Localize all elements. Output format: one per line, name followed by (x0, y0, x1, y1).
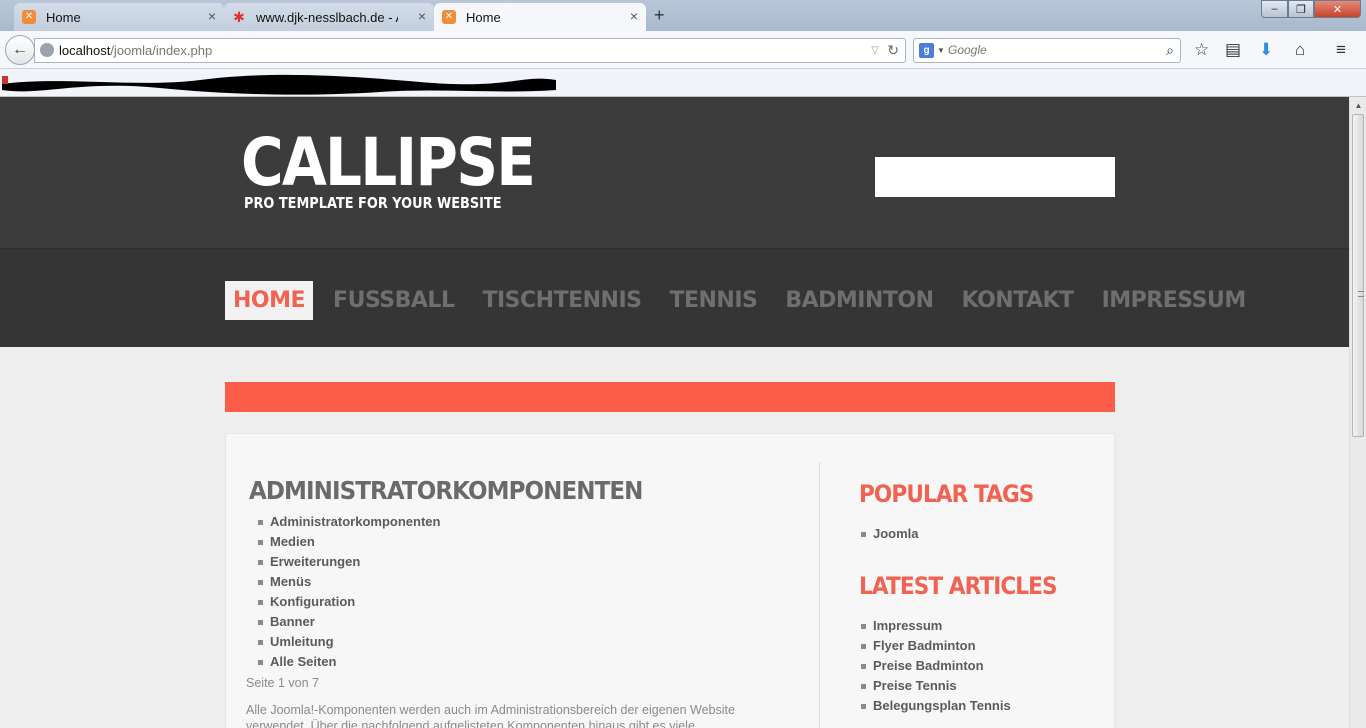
main-menu-bar: HOME FUSSBALL TISCHTENNIS TENNIS BADMINT… (0, 249, 1349, 347)
list-item[interactable]: Menüs (258, 572, 806, 592)
page-count: Seite 1 von 7 (246, 676, 319, 690)
accent-banner (225, 382, 1115, 412)
history-dropdown-icon[interactable]: ▽ (871, 39, 879, 62)
grip-icon (1358, 291, 1364, 297)
list-item[interactable]: Flyer Badminton (859, 636, 1099, 656)
back-button[interactable]: ← (5, 35, 35, 65)
site-tagline: PRO TEMPLATE FOR YOUR WEBSITE (244, 194, 502, 212)
close-window-button[interactable]: ✕ (1314, 0, 1361, 18)
reload-icon[interactable]: ↻ (887, 39, 899, 62)
menu-item-kontakt[interactable]: KONTAKT (954, 281, 1082, 320)
list-item[interactable]: Belegungsplan Tennis (859, 696, 1099, 716)
google-icon: g (919, 43, 934, 58)
scrollbar-thumb[interactable] (1352, 114, 1364, 437)
latest-articles-list: Impressum Flyer Badminton Preise Badmint… (859, 616, 1099, 716)
main-menu: HOME FUSSBALL TISCHTENNIS TENNIS BADMINT… (225, 281, 1266, 320)
site-header: CALLIPSE PRO TEMPLATE FOR YOUR WEBSITE (0, 97, 1349, 249)
menu-item-fussball[interactable]: FUSSBALL (325, 281, 462, 320)
scroll-up-icon[interactable]: ▲ (1350, 97, 1366, 114)
menu-item-home[interactable]: HOME (225, 281, 314, 320)
list-item[interactable]: Alle Seiten (258, 652, 806, 672)
search-bar[interactable]: g ▼ Google ⌕ (913, 38, 1181, 63)
list-item[interactable]: Administratorkomponenten (258, 512, 806, 532)
list-item[interactable]: Banner (258, 612, 806, 632)
close-tab-icon[interactable]: × (418, 8, 426, 24)
url-bar[interactable]: localhost/joomla/index.php ▽ ↻ (34, 38, 906, 63)
popular-tags-title: POPULAR TAGS (859, 480, 1034, 508)
list-item[interactable]: Medien (258, 532, 806, 552)
column-divider (819, 462, 820, 728)
page-viewport: CALLIPSE PRO TEMPLATE FOR YOUR WEBSITE H… (0, 97, 1349, 728)
list-item[interactable]: Umleitung (258, 632, 806, 652)
url-host: localhost (59, 43, 111, 58)
new-tab-button[interactable]: + (654, 5, 665, 26)
browser-tab-2[interactable]: ✱ www.djk-nesslbach.de - A... × (224, 3, 434, 31)
header-search-input[interactable] (875, 157, 1115, 197)
list-item[interactable]: Impressum (859, 616, 1099, 636)
browser-nav-bar: localhost/joomla/index.php ▽ ↻ ← g ▼ Goo… (0, 31, 1366, 69)
minimize-button[interactable]: ‒ (1261, 0, 1288, 18)
tab-title: Home (466, 9, 501, 25)
menu-icon[interactable]: ≡ (1336, 40, 1346, 60)
popular-tags-list: Joomla (859, 524, 1099, 544)
menu-item-impressum[interactable]: IMPRESSUM (1094, 281, 1254, 320)
menu-item-tennis[interactable]: TENNIS (661, 281, 765, 320)
browser-tab-3[interactable]: ✕ Home × (434, 3, 646, 31)
menu-item-tischtennis[interactable]: TISCHTENNIS (474, 281, 649, 320)
engine-dropdown-icon[interactable]: ▼ (937, 39, 945, 62)
xampp-icon: ✕ (22, 10, 36, 24)
article: ADMINISTRATORKOMPONENTEN Administratorko… (246, 474, 806, 728)
tag-item[interactable]: Joomla (859, 524, 1099, 544)
bookmark-star-icon[interactable]: ☆ (1194, 40, 1209, 60)
xampp-icon: ✕ (442, 10, 456, 24)
close-tab-icon[interactable]: × (630, 8, 638, 24)
browser-tab-bar: ✕ Home × ✱ www.djk-nesslbach.de - A... ×… (0, 0, 1366, 31)
page-scrollbar[interactable]: ▲ (1349, 97, 1366, 728)
browser-tab-1[interactable]: ✕ Home × (14, 3, 224, 31)
back-arrow-icon: ← (12, 41, 28, 58)
joomla-icon: ✱ (233, 9, 245, 25)
close-tab-icon[interactable]: × (208, 8, 216, 24)
menu-item-badminton[interactable]: BADMINTON (777, 281, 941, 320)
list-item[interactable]: Erweiterungen (258, 552, 806, 572)
maximize-button[interactable]: ❐ (1288, 0, 1314, 18)
tab-title: Home (46, 9, 81, 25)
content-box: ADMINISTRATORKOMPONENTEN Administratorko… (225, 433, 1115, 728)
search-placeholder: Google (948, 43, 987, 57)
tab-title: www.djk-nesslbach.de - A... (256, 9, 398, 25)
latest-articles-title: LATEST ARTICLES (859, 572, 1058, 600)
globe-icon (40, 43, 54, 57)
bookmarks-list-icon[interactable]: ▤ (1225, 40, 1241, 60)
article-link-list: Administratorkomponenten Medien Erweiter… (258, 512, 806, 672)
redaction-scribble (2, 74, 556, 95)
download-icon[interactable]: ⬇ (1259, 40, 1273, 60)
article-title[interactable]: ADMINISTRATORKOMPONENTEN (249, 474, 761, 508)
search-icon[interactable]: ⌕ (1166, 39, 1174, 62)
article-intro: Alle Joomla!-Komponenten werden auch im … (246, 703, 735, 728)
list-item[interactable]: Preise Badminton (859, 656, 1099, 676)
sidebar: POPULAR TAGS Joomla LATEST ARTICLES Impr… (859, 478, 1099, 716)
list-item[interactable]: Konfiguration (258, 592, 806, 612)
home-icon[interactable]: ⌂ (1295, 40, 1305, 60)
site-logo[interactable]: CALLIPSE (241, 127, 536, 199)
url-path: /joomla/index.php (110, 43, 213, 58)
list-item[interactable]: Preise Tennis (859, 676, 1099, 696)
